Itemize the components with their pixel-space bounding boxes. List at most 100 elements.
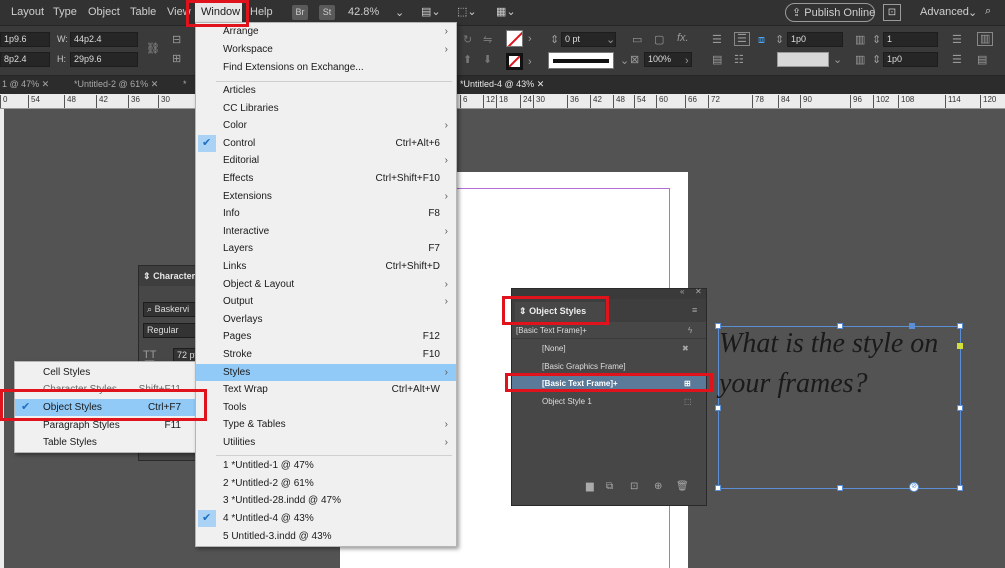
menu-item-layers[interactable]: Layers F7 (196, 240, 456, 257)
menu-item-control[interactable]: ✔ Control Ctrl+Alt+6 (196, 135, 456, 152)
menu-type[interactable]: Type (53, 6, 77, 18)
menu-item-document-4[interactable]: ✔ 4 *Untitled-4 @ 43% (196, 510, 456, 527)
publish-online-button[interactable]: ⇪ Publish Online (785, 3, 875, 22)
font-style-field[interactable]: Regular (143, 323, 197, 338)
align-top-icon[interactable]: ☰ (712, 34, 722, 46)
menu-item-output[interactable]: Output › (196, 293, 456, 310)
tab-untitled-2[interactable]: *Untitled-2 @ 61% ✕ (74, 79, 158, 90)
resize-handle[interactable] (957, 485, 963, 491)
zoom-level[interactable]: 42.8% (348, 6, 379, 18)
workspace-switcher[interactable]: Advanced (920, 6, 969, 18)
rotate-icon[interactable]: ↻ (463, 34, 472, 46)
menu-item-pages[interactable]: Pages F12 (196, 328, 456, 345)
tab-untitled-28[interactable]: * (183, 79, 187, 89)
fill-none-swatch[interactable] (506, 30, 523, 47)
menu-item-links[interactable]: Links Ctrl+Shift+D (196, 258, 456, 275)
menu-item-interactive[interactable]: Interactive › (196, 223, 456, 240)
close-icon[interactable]: ✕ (151, 79, 159, 89)
menu-item-utilities[interactable]: Utilities › (196, 434, 456, 451)
lightning-icon[interactable]: ϟ (688, 322, 692, 339)
stroke-style-field[interactable] (777, 52, 829, 67)
menu-item-effects[interactable]: Effects Ctrl+Shift+F10 (196, 170, 456, 187)
horizontal-ruler[interactable]: 0 54 48 42 36 30 6 12 18 24 30 36 42 48 … (0, 94, 1005, 109)
resize-handle[interactable] (715, 405, 721, 411)
stroke-none-swatch[interactable] (506, 53, 523, 70)
gutter-field[interactable]: 1p0 (883, 52, 938, 67)
menu-item-document-2[interactable]: 2 *Untitled-2 @ 61% (196, 475, 456, 492)
style-row-none[interactable]: [None] ✖ (512, 340, 706, 357)
stroke-weight-stepper-icon[interactable]: ⇕ (550, 34, 559, 46)
menu-object[interactable]: Object (88, 6, 120, 18)
resize-handle[interactable] (715, 485, 721, 491)
close-icon[interactable]: ✕ (537, 79, 545, 89)
balance-columns-icon[interactable]: ▥ (977, 32, 994, 46)
scale-y-icon[interactable]: ⊞ (172, 53, 181, 65)
resize-handle[interactable] (957, 405, 963, 411)
columns-stepper-icon[interactable]: ⇕ (872, 34, 881, 46)
fit-frame-icon[interactable]: ☷ (734, 54, 744, 66)
menu-item-color[interactable]: Color › (196, 117, 456, 134)
y-position-field[interactable]: 8p2.4 (0, 52, 50, 67)
delete-icon[interactable]: 🗑 (676, 481, 689, 492)
constrain-proportions-icon[interactable]: ⛓ (146, 43, 160, 55)
new-style-icon[interactable]: ⊕ (654, 481, 662, 492)
menu-item-workspace[interactable]: Workspace › (196, 41, 456, 58)
clear-attributes-icon[interactable]: ⊡ (630, 481, 638, 492)
character-panel-tab[interactable]: ⇕ Character (139, 266, 197, 286)
menu-item-tools[interactable]: Tools (196, 399, 456, 416)
stock-button[interactable]: St (319, 5, 335, 20)
fx-icon[interactable]: fx. (677, 32, 689, 44)
menu-item-object-layout[interactable]: Object & Layout › (196, 276, 456, 293)
menu-item-document-5[interactable]: 5 Untitled-3.indd @ 43% (196, 528, 456, 545)
stroke-style-dropdown-icon[interactable]: ⌄ (833, 54, 842, 66)
new-group-icon[interactable]: ▆ (586, 481, 594, 492)
font-family-field[interactable]: ⌕ Baskervi (143, 302, 197, 317)
screen-mode-icon[interactable]: ⬚⌄ (457, 5, 477, 18)
menu-item-articles[interactable]: Articles (196, 82, 456, 99)
span-columns-icon[interactable]: ▤ (977, 54, 987, 66)
menu-item-type-tables[interactable]: Type & Tables › (196, 416, 456, 433)
clear-overrides-icon[interactable]: ⧉ (606, 481, 613, 492)
text-indent-icon[interactable]: ☰ (952, 54, 962, 66)
menu-item-overlays[interactable]: Overlays (196, 311, 456, 328)
tab-untitled-1[interactable]: 1 @ 47% ✕ (2, 79, 49, 90)
fill-dropdown-icon[interactable]: › (528, 33, 532, 45)
close-icon[interactable]: ✕ (42, 79, 50, 89)
search-icon[interactable]: ⌕ (985, 5, 991, 18)
menu-item-text-wrap[interactable]: Text Wrap Ctrl+Alt+W (196, 381, 456, 398)
menu-help[interactable]: Help (250, 6, 273, 18)
columns-field[interactable]: 1 (883, 32, 938, 47)
text-align-icon[interactable]: ☰ (952, 34, 962, 46)
menu-layout[interactable]: Layout (11, 6, 44, 18)
arrange-documents-icon[interactable]: ▦⌄ (496, 5, 516, 18)
x-position-field[interactable]: 1p9.6 (0, 32, 50, 47)
menu-item-document-3[interactable]: 3 *Untitled-28.indd @ 47% (196, 492, 456, 509)
menu-item-styles[interactable]: Styles › (196, 364, 456, 381)
height-field[interactable]: 29p9.6 (70, 52, 138, 67)
stroke-type-selector[interactable] (548, 52, 614, 69)
menu-item-info[interactable]: Info F8 (196, 205, 456, 222)
menu-item-cell-styles[interactable]: Cell Styles (15, 364, 197, 381)
menu-item-editorial[interactable]: Editorial › (196, 152, 456, 169)
select-container-icon[interactable]: ⬆ (463, 54, 472, 66)
text-frame-options-icon[interactable]: ▤ (712, 54, 722, 66)
resize-handle[interactable] (837, 485, 843, 491)
gap-field[interactable]: 1p0 (787, 32, 843, 47)
panel-menu-icon[interactable]: ≡ (692, 305, 697, 315)
close-icon[interactable]: ✕ (695, 287, 702, 296)
view-options-icon[interactable]: ▤⌄ (421, 5, 441, 18)
stroke-dropdown-icon[interactable]: › (528, 56, 532, 68)
width-field[interactable]: 44p2.4 (70, 32, 138, 47)
menu-item-table-styles[interactable]: Table Styles (15, 434, 197, 451)
menu-item-extensions[interactable]: Extensions › (196, 188, 456, 205)
menu-item-find-extensions[interactable]: Find Extensions on Exchange... (196, 59, 456, 76)
menu-item-document-1[interactable]: 1 *Untitled-1 @ 47% (196, 457, 456, 474)
stroke-type-dropdown-icon[interactable]: ⌄ (620, 55, 629, 67)
align-center-icon[interactable]: ☰ (734, 32, 750, 46)
auto-fit-icon[interactable]: ⧈ (758, 34, 765, 46)
bridge-button[interactable]: Br (292, 5, 308, 20)
workspace-dropdown-icon[interactable]: ⌄ (968, 6, 977, 19)
menu-item-stroke[interactable]: Stroke F10 (196, 346, 456, 363)
menu-table[interactable]: Table (130, 6, 156, 18)
frame-text[interactable]: What is the style on your frames? (719, 324, 959, 404)
